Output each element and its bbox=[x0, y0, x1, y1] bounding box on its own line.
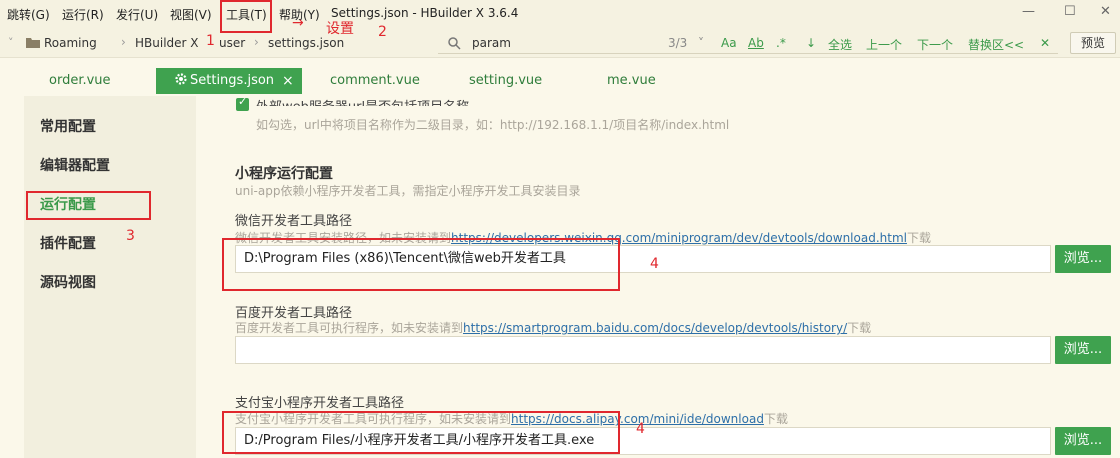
chevron-down-icon[interactable]: ˅ bbox=[8, 36, 14, 49]
gear-icon bbox=[175, 73, 187, 85]
annotation-num-4b: 4 bbox=[636, 421, 645, 437]
sidebar-item-plugins[interactable]: 插件配置 bbox=[40, 233, 96, 253]
editor-tabs: order.vue Settings.json × comment.vue se… bbox=[0, 68, 1120, 96]
breadcrumb-file[interactable]: settings.json bbox=[268, 36, 344, 50]
minimize-icon[interactable]: — bbox=[1022, 4, 1035, 19]
include-project-name-hint: 如勾选，url中将项目名称作为二级目录，如：http://192.168.1.1… bbox=[256, 118, 730, 132]
search-icon bbox=[448, 37, 461, 50]
baidu-browse-button[interactable]: 浏览... bbox=[1055, 336, 1111, 364]
menu-publish[interactable]: 发行(U) bbox=[116, 6, 158, 23]
close-search-icon[interactable]: ✕ bbox=[1040, 36, 1050, 50]
check-icon: ✓ bbox=[238, 95, 248, 108]
search-input[interactable]: param bbox=[472, 36, 511, 50]
sidebar-item-source[interactable]: 源码视图 bbox=[40, 272, 96, 292]
wechat-browse-button[interactable]: 浏览... bbox=[1055, 245, 1111, 273]
alipay-browse-button[interactable]: 浏览... bbox=[1055, 427, 1111, 455]
tab-me-vue[interactable]: me.vue bbox=[607, 68, 656, 94]
maximize-icon[interactable]: ☐ bbox=[1064, 4, 1076, 19]
match-count: 3/3 bbox=[668, 36, 688, 50]
tab-label: Settings.json bbox=[190, 73, 275, 88]
regex-toggle[interactable]: .* bbox=[776, 36, 786, 50]
tab-comment-vue[interactable]: comment.vue bbox=[330, 68, 420, 94]
include-project-name-label: 外部web服务器url是否包括项目名称 bbox=[256, 96, 469, 106]
annotation-num-2: 2 bbox=[378, 24, 387, 40]
arrow-down-icon[interactable]: ↓ bbox=[806, 36, 816, 50]
annotation-num-1: 1 bbox=[206, 33, 215, 49]
annotation-box-alipay bbox=[222, 411, 620, 454]
annotation-box-run-config bbox=[26, 191, 151, 220]
breadcrumb-roaming[interactable]: Roaming bbox=[44, 36, 97, 50]
sidebar-item-general[interactable]: 常用配置 bbox=[40, 116, 96, 136]
sidebar-item-editor[interactable]: 编辑器配置 bbox=[40, 155, 110, 175]
menu-run[interactable]: 运行(R) bbox=[62, 6, 104, 23]
prev-match-button[interactable]: 上一个 bbox=[866, 36, 902, 53]
breadcrumb-user[interactable]: user bbox=[219, 36, 245, 50]
breadcrumb-hbuilder[interactable]: HBuilder X bbox=[135, 36, 199, 50]
annotation-box-wechat bbox=[222, 238, 620, 291]
section-title: 小程序运行配置 bbox=[235, 166, 333, 182]
select-all-button[interactable]: 全选 bbox=[828, 36, 852, 53]
folder-icon bbox=[26, 38, 40, 48]
baidu-path-hint: 百度开发者工具可执行程序，如未安装请到https://smartprogram.… bbox=[235, 321, 872, 335]
annotation-num-4a: 4 bbox=[650, 256, 659, 272]
tab-order-vue[interactable]: order.vue bbox=[49, 68, 111, 94]
close-tab-icon[interactable]: × bbox=[282, 68, 294, 94]
breadcrumb-separator-icon: › bbox=[121, 35, 126, 49]
window-title: Settings.json - HBuilder X 3.6.4 bbox=[331, 6, 519, 20]
annotation-num-3: 3 bbox=[126, 228, 135, 244]
next-match-button[interactable]: 下一个 bbox=[917, 36, 953, 53]
match-word-toggle[interactable]: Ab bbox=[748, 36, 764, 50]
section-hint: uni-app依赖小程序开发者工具，需指定小程序开发工具安装目录 bbox=[235, 184, 581, 198]
annotation-box-tools bbox=[220, 0, 272, 33]
replace-toggle-button[interactable]: 替换区<< bbox=[968, 36, 1024, 53]
menu-view[interactable]: 视图(V) bbox=[170, 6, 212, 23]
menu-goto[interactable]: 跳转(G) bbox=[7, 6, 50, 23]
alipay-path-label: 支付宝小程序开发者工具路径 bbox=[235, 396, 405, 411]
baidu-path-input[interactable] bbox=[235, 336, 1051, 364]
match-case-toggle[interactable]: Aa bbox=[721, 36, 737, 50]
breadcrumb-separator-icon: › bbox=[254, 35, 259, 49]
annotation-settings-text: 设置 bbox=[326, 21, 354, 37]
preview-button[interactable]: 预览 bbox=[1070, 32, 1116, 54]
find-toolbar: ˅ Roaming › HBuilder X user › settings.j… bbox=[0, 28, 1120, 58]
settings-sidebar: 常用配置 编辑器配置 运行配置 插件配置 源码视图 bbox=[24, 96, 196, 458]
baidu-download-link[interactable]: https://smartprogram.baidu.com/docs/deve… bbox=[463, 321, 847, 335]
wechat-path-label: 微信开发者工具路径 bbox=[235, 214, 353, 229]
include-project-name-checkbox[interactable]: ✓ bbox=[236, 95, 249, 111]
chevron-down-icon[interactable]: ˅ bbox=[698, 36, 704, 50]
annotation-arrow-icon: → bbox=[292, 15, 304, 31]
tab-setting-vue[interactable]: setting.vue bbox=[469, 68, 542, 94]
close-window-icon[interactable]: ✕ bbox=[1100, 4, 1111, 19]
menu-bar: 跳转(G) 运行(R) 发行(U) 视图(V) 工具(T) 帮助(Y) Sett… bbox=[0, 0, 1120, 28]
